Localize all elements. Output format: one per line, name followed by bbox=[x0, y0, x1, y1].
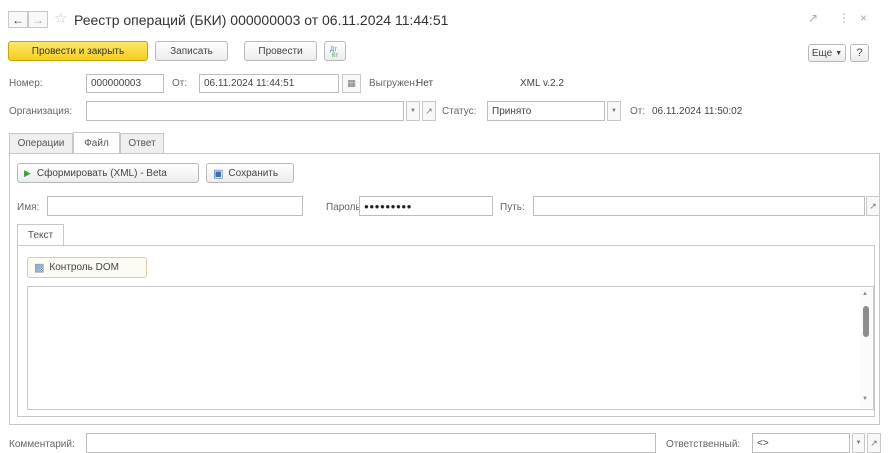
comment-field[interactable] bbox=[86, 433, 656, 453]
number-field[interactable]: 000000003 bbox=[86, 74, 164, 93]
arrow-right-icon: → bbox=[32, 12, 44, 27]
status-label: Статус: bbox=[442, 106, 477, 117]
more-button[interactable]: Еще ▼ bbox=[808, 44, 846, 62]
close-icon[interactable]: × bbox=[860, 12, 867, 24]
tab-file[interactable]: Файл bbox=[73, 132, 120, 153]
number-label: Номер: bbox=[9, 78, 43, 89]
back-button[interactable]: ← bbox=[8, 11, 28, 28]
organization-field[interactable] bbox=[86, 101, 404, 121]
name-label: Имя: bbox=[17, 202, 40, 213]
more-vertical-icon[interactable]: ⋮ bbox=[838, 12, 850, 24]
scroll-up-icon[interactable]: ▲ bbox=[862, 291, 868, 297]
link-icon: ↗ bbox=[870, 437, 878, 448]
arrow-left-icon: ← bbox=[12, 12, 24, 27]
responsible-field[interactable]: <> bbox=[752, 433, 850, 453]
generate-xml-label: Сформировать (XML) - Beta bbox=[36, 167, 167, 179]
tab-operations[interactable]: Операции bbox=[9, 133, 73, 153]
forward-button[interactable]: → bbox=[28, 11, 48, 28]
link-icon: ↗ bbox=[425, 105, 433, 116]
post-and-close-button[interactable]: Провести и закрыть bbox=[8, 41, 148, 61]
chevron-down-icon: ▼ bbox=[611, 108, 617, 114]
comment-label: Комментарий: bbox=[9, 439, 75, 450]
tab-response[interactable]: Ответ bbox=[120, 133, 164, 153]
chevron-down-icon: ▼ bbox=[835, 49, 843, 57]
organization-open-button[interactable]: ↗ bbox=[422, 101, 436, 121]
link-icon: ↗ bbox=[869, 200, 877, 211]
more-label: Еще bbox=[811, 47, 833, 59]
dom-check-label: Контроль DOM bbox=[49, 262, 119, 273]
status-dropdown-button[interactable]: ▼ bbox=[607, 101, 621, 121]
calendar-button[interactable]: ▦ bbox=[342, 74, 361, 93]
dom-check-button[interactable]: ▩ Контроль DOM bbox=[27, 257, 147, 278]
organization-dropdown-button[interactable]: ▼ bbox=[406, 101, 420, 121]
status-field[interactable]: Принято bbox=[487, 101, 605, 121]
date-label: От: bbox=[172, 78, 188, 89]
password-label: Пароль: bbox=[326, 202, 364, 213]
dom-check-icon: ▩ bbox=[34, 262, 45, 274]
post-button[interactable]: Провести bbox=[244, 41, 317, 61]
organization-label: Организация: bbox=[9, 106, 73, 117]
date-field[interactable]: 06.11.2024 11:44:51 bbox=[199, 74, 339, 93]
xml-text-area[interactable] bbox=[27, 286, 874, 410]
save-file-label: Сохранить bbox=[228, 167, 279, 179]
path-open-button[interactable]: ↗ bbox=[866, 196, 880, 216]
responsible-dropdown-button[interactable]: ▼ bbox=[852, 433, 865, 453]
floppy-disk-icon: ▣ bbox=[213, 167, 224, 180]
calendar-icon: ▦ bbox=[347, 78, 356, 88]
scroll-down-icon[interactable]: ▼ bbox=[862, 396, 868, 402]
status-date-value: 06.11.2024 11:50:02 bbox=[652, 106, 743, 117]
exported-label: Выгружен: bbox=[369, 78, 418, 89]
status-date-label: От: bbox=[630, 106, 646, 117]
path-field[interactable] bbox=[533, 196, 865, 216]
save-button[interactable]: Записать bbox=[155, 41, 228, 61]
password-field[interactable]: ●●●●●●●●● bbox=[359, 196, 493, 216]
name-field[interactable] bbox=[47, 196, 303, 216]
text-area-scrollbar[interactable]: ▲ ▼ bbox=[860, 288, 872, 408]
window-title: Реестр операций (БКИ) 000000003 от 06.11… bbox=[74, 12, 449, 28]
save-file-button[interactable]: ▣ Сохранить bbox=[206, 163, 294, 183]
link-icon[interactable]: ↗ bbox=[808, 12, 818, 24]
xml-version: XML v.2.2 bbox=[520, 78, 564, 89]
scrollbar-thumb[interactable] bbox=[863, 306, 869, 337]
tab-text[interactable]: Текст bbox=[17, 224, 64, 246]
responsible-open-button[interactable]: ↗ bbox=[867, 433, 881, 453]
chevron-down-icon: ▼ bbox=[410, 108, 416, 114]
path-label: Путь: bbox=[500, 202, 525, 213]
svg-text:Кт: Кт bbox=[332, 53, 338, 57]
generate-xml-button[interactable]: ▶ Сформировать (XML) - Beta bbox=[17, 163, 199, 183]
star-icon[interactable]: ☆ bbox=[54, 11, 67, 26]
responsible-label: Ответственный: bbox=[666, 439, 741, 450]
exported-value: Нет bbox=[416, 78, 434, 89]
play-icon: ▶ bbox=[24, 167, 31, 178]
chevron-down-icon: ▼ bbox=[855, 440, 862, 446]
help-button[interactable]: ? bbox=[850, 44, 869, 62]
movements-button[interactable]: Дт Кт bbox=[324, 41, 346, 61]
dt-kt-icon: Дт Кт bbox=[330, 47, 338, 57]
